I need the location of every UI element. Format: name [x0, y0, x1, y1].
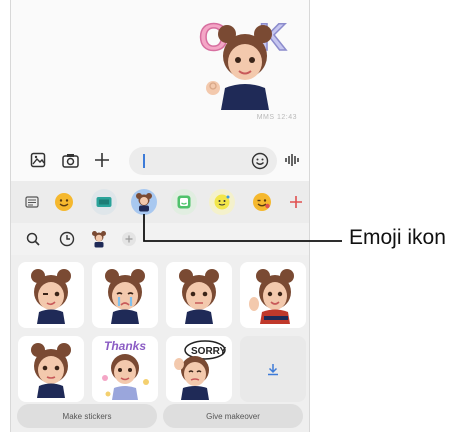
callout-line	[143, 214, 342, 242]
callout-label: Emoji ikon	[349, 226, 446, 249]
